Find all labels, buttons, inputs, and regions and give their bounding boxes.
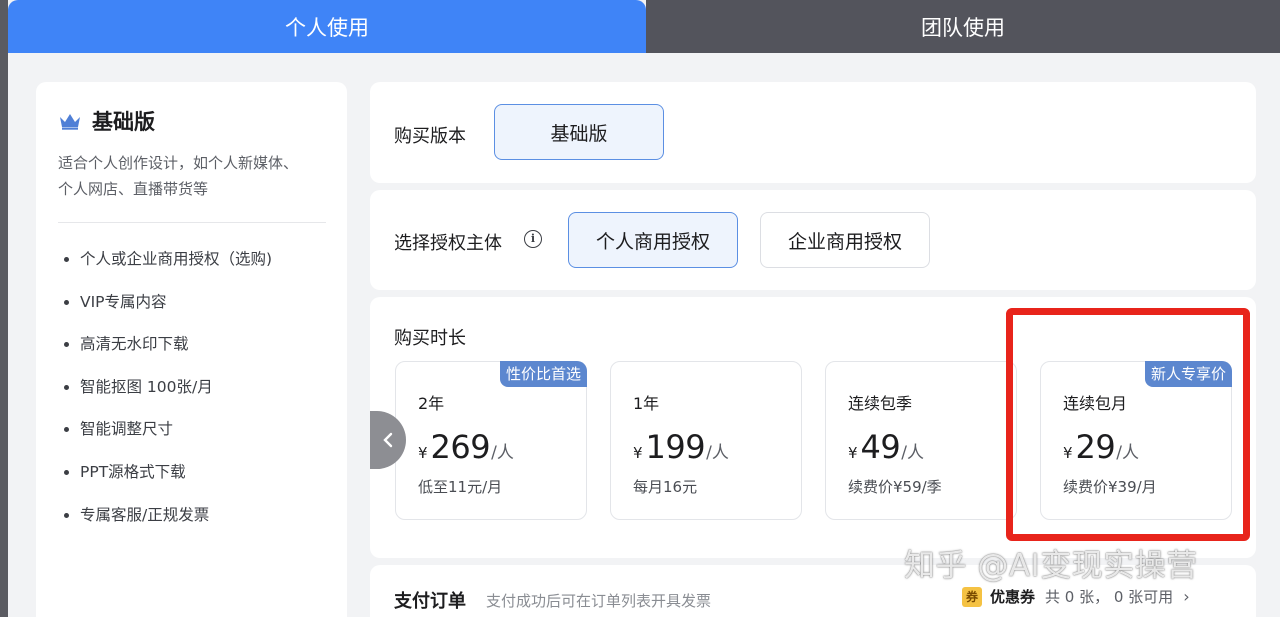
version-card: 购买版本 基础版 [370, 82, 1256, 183]
price-amount: 49 [860, 428, 901, 466]
feature-item: VIP专属内容 [58, 288, 325, 331]
license-label: 选择授权主体 [394, 233, 502, 254]
price-line: ¥ 29 /人 [1063, 428, 1231, 466]
usage-tabs: 个人使用 团队使用 [8, 0, 1280, 53]
price-subtext: 续费价¥59/季 [848, 478, 942, 496]
feature-item: 智能调整尺寸 [58, 415, 325, 458]
coupon-label: 优惠券 [990, 588, 1036, 606]
license-card: 选择授权主体 i 个人商用授权 企业商用授权 [370, 190, 1256, 290]
price-line: ¥ 49 /人 [848, 428, 1016, 466]
price-option-name: 连续包月 [1063, 394, 1128, 413]
currency-symbol: ¥ [848, 444, 858, 462]
price-option-quarterly[interactable]: 连续包季 ¥ 49 /人 续费价¥59/季 [825, 361, 1017, 520]
license-option-enterprise[interactable]: 企业商用授权 [760, 212, 930, 268]
feature-item: PPT源格式下载 [58, 458, 325, 501]
coupon-count: 共 0 张， 0 张可用 [1045, 588, 1174, 606]
price-option-2-years[interactable]: 性价比首选 2年 ¥ 269 /人 低至11元/月 [395, 361, 587, 520]
version-option-basic[interactable]: 基础版 [494, 104, 664, 160]
price-line: ¥ 199 /人 [633, 428, 801, 466]
plan-summary-card: 基础版 适合个人创作设计，如个人新媒体、个人网店、直播带货等 个人或企业商用授权… [36, 82, 347, 617]
crown-icon [60, 114, 80, 130]
price-amount: 269 [430, 428, 491, 466]
chevron-right-icon: › [1183, 587, 1190, 606]
price-option-1-year[interactable]: 1年 ¥ 199 /人 每月16元 [610, 361, 802, 520]
coupon-selector[interactable]: 券 优惠券 共 0 张， 0 张可用 › [962, 586, 1190, 607]
duration-label: 购买时长 [394, 328, 466, 349]
feature-item: 专属客服/正规发票 [58, 501, 325, 544]
currency-symbol: ¥ [633, 444, 643, 462]
price-subtext: 续费价¥39/月 [1063, 478, 1157, 496]
info-icon[interactable]: i [524, 230, 542, 248]
price-option-name: 连续包季 [848, 394, 913, 413]
currency-symbol: ¥ [1063, 444, 1073, 462]
tab-team[interactable]: 团队使用 [646, 0, 1280, 53]
version-label: 购买版本 [394, 126, 466, 147]
price-option-name: 2年 [418, 394, 445, 413]
plan-title-row: 基础版 [58, 106, 325, 136]
chevron-left-icon [383, 432, 393, 448]
feature-list: 个人或企业商用授权（选购) VIP专属内容 高清无水印下载 智能抠图 100张/… [58, 245, 325, 543]
price-unit: /人 [1116, 443, 1139, 463]
pricing-page: 个人使用 团队使用 基础版 适合个人创作设计，如个人新媒体、个人网店、直播带货等… [8, 0, 1280, 617]
price-amount: 199 [645, 428, 706, 466]
feature-item: 高清无水印下载 [58, 330, 325, 373]
price-unit: /人 [901, 443, 924, 463]
plan-description: 适合个人创作设计，如个人新媒体、个人网店、直播带货等 [58, 154, 299, 198]
price-unit: /人 [491, 443, 514, 463]
plan-title: 基础版 [92, 110, 155, 134]
price-option-name: 1年 [633, 394, 660, 413]
price-amount: 29 [1075, 428, 1116, 466]
price-subtext: 低至11元/月 [418, 478, 503, 496]
coupon-icon: 券 [962, 586, 982, 607]
payment-card: 支付订单 支付成功后可在订单列表开具发票 券 优惠券 共 0 张， 0 张可用 … [370, 565, 1256, 617]
payment-title: 支付订单 [394, 591, 466, 612]
tab-personal[interactable]: 个人使用 [8, 0, 646, 53]
duration-card: 购买时长 性价比首选 2年 ¥ 269 /人 低至11元/月 1年 ¥ 199 … [370, 297, 1256, 558]
feature-item: 智能抠图 100张/月 [58, 373, 325, 416]
feature-item: 个人或企业商用授权（选购) [58, 245, 325, 288]
license-option-personal[interactable]: 个人商用授权 [568, 212, 738, 268]
divider [58, 222, 326, 223]
price-subtext: 每月16元 [633, 478, 698, 496]
value-badge: 性价比首选 [499, 361, 587, 387]
payment-note: 支付成功后可在订单列表开具发票 [486, 592, 712, 610]
price-option-monthly[interactable]: 新人专享价 连续包月 ¥ 29 /人 续费价¥39/月 [1040, 361, 1232, 520]
price-unit: /人 [706, 443, 729, 463]
new-user-badge: 新人专享价 [1144, 361, 1232, 387]
currency-symbol: ¥ [418, 444, 428, 462]
price-line: ¥ 269 /人 [418, 428, 586, 466]
